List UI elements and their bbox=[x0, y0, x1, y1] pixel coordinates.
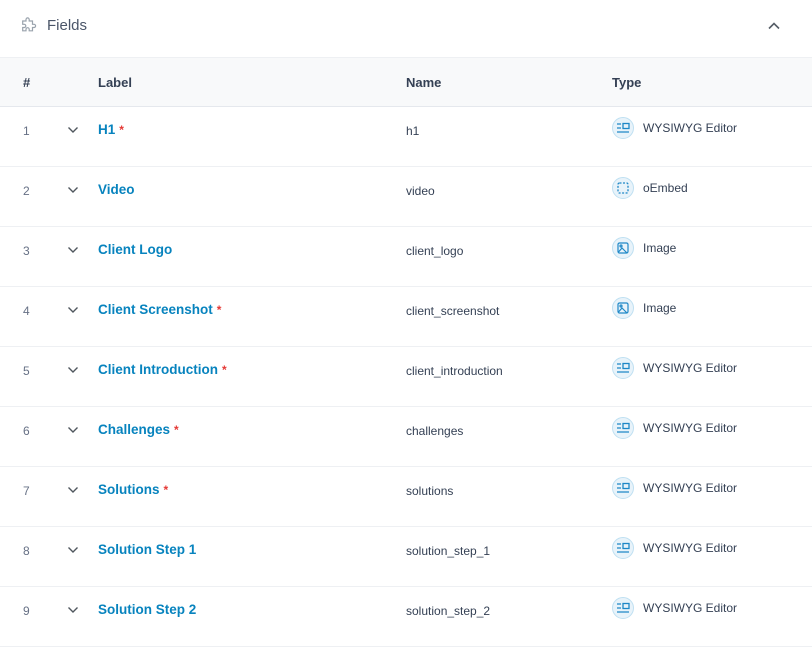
field-name: video bbox=[406, 184, 435, 198]
column-header-name: Name bbox=[406, 75, 442, 90]
field-label[interactable]: Solution Step 1 bbox=[98, 542, 196, 557]
field-type: WYSIWYG Editor bbox=[612, 357, 737, 379]
wysiwyg-editor-icon bbox=[612, 537, 634, 559]
chevron-down-icon[interactable] bbox=[66, 123, 80, 137]
required-asterisk: * bbox=[163, 483, 169, 497]
table-row: 8 Solution Step 1 solution_step_1 WYSIWY… bbox=[0, 527, 812, 587]
field-name: client_introduction bbox=[406, 364, 503, 378]
table-row: 4 Client Screenshot * client_screenshot I… bbox=[0, 287, 812, 347]
fields-panel-header: Fields bbox=[0, 0, 812, 57]
wysiwyg-editor-icon bbox=[612, 477, 634, 499]
field-label[interactable]: H1 bbox=[98, 122, 115, 137]
field-label[interactable]: Solutions bbox=[98, 482, 160, 497]
chevron-down-icon[interactable] bbox=[66, 603, 80, 617]
required-asterisk: * bbox=[119, 123, 124, 137]
oembed-icon bbox=[612, 177, 634, 199]
table-row: 1 H1 * h1 WYSIWYG Editor bbox=[0, 107, 812, 167]
table-row: 7 Solutions * solutions WYSIWYG Editor bbox=[0, 467, 812, 527]
row-number: 4 bbox=[23, 304, 30, 318]
column-header-label: Label bbox=[98, 75, 132, 90]
field-name: h1 bbox=[406, 124, 420, 138]
field-type-label: WYSIWYG Editor bbox=[643, 541, 738, 555]
field-label-link[interactable]: Client Screenshot * bbox=[98, 302, 221, 317]
field-label-link[interactable]: Client Logo bbox=[98, 242, 172, 257]
table-header: # Label Name Type bbox=[0, 57, 812, 107]
chevron-down-icon[interactable] bbox=[66, 183, 80, 197]
image-icon bbox=[612, 297, 634, 319]
chevron-down-icon[interactable] bbox=[66, 243, 80, 257]
field-type-label: WYSIWYG Editor bbox=[643, 121, 738, 135]
field-name: client_screenshot bbox=[406, 304, 500, 318]
chevron-down-icon[interactable] bbox=[66, 423, 80, 437]
field-label-link[interactable]: H1 * bbox=[98, 122, 124, 137]
table-row: 5 Client Introduction * client_introducti… bbox=[0, 347, 812, 407]
fields-table-body: 1 H1 * h1 WYSIWYG Editor 2 Video video oE… bbox=[0, 107, 812, 647]
field-label[interactable]: Client Screenshot bbox=[98, 302, 213, 317]
field-type: oEmbed bbox=[612, 177, 688, 199]
field-label[interactable]: Video bbox=[98, 182, 135, 197]
field-type: WYSIWYG Editor bbox=[612, 417, 737, 439]
row-number: 2 bbox=[23, 184, 30, 198]
required-asterisk: * bbox=[174, 423, 179, 437]
row-number: 5 bbox=[23, 364, 30, 378]
wysiwyg-editor-icon bbox=[612, 117, 634, 139]
field-type: Image bbox=[612, 237, 676, 259]
table-row: 2 Video video oEmbed bbox=[0, 167, 812, 227]
panel-title: Fields bbox=[47, 17, 88, 34]
image-icon bbox=[612, 237, 634, 259]
field-label[interactable]: Client Logo bbox=[98, 242, 172, 257]
field-type-label: WYSIWYG Editor bbox=[643, 421, 738, 435]
field-label[interactable]: Challenges bbox=[98, 422, 170, 437]
chevron-down-icon[interactable] bbox=[66, 303, 80, 317]
field-label-link[interactable]: Solution Step 2 bbox=[98, 602, 196, 617]
wysiwyg-editor-icon bbox=[612, 417, 634, 439]
field-label-link[interactable]: Solution Step 1 bbox=[98, 542, 196, 557]
field-type-label: oEmbed bbox=[643, 181, 688, 195]
required-asterisk: * bbox=[221, 363, 227, 377]
column-header-number: # bbox=[23, 75, 31, 90]
row-number: 8 bbox=[23, 544, 30, 558]
field-name: solution_step_2 bbox=[406, 604, 491, 618]
field-name: solutions bbox=[406, 484, 454, 498]
field-label-link[interactable]: Video bbox=[98, 182, 135, 197]
table-row: 9 Solution Step 2 solution_step_2 WYSIWY… bbox=[0, 587, 812, 647]
field-type-label: Image bbox=[643, 241, 677, 255]
field-type: WYSIWYG Editor bbox=[612, 537, 737, 559]
chevron-down-icon[interactable] bbox=[66, 543, 80, 557]
field-label-link[interactable]: Solutions * bbox=[98, 482, 168, 497]
row-number: 6 bbox=[23, 424, 30, 438]
field-name: challenges bbox=[406, 424, 464, 438]
field-type: WYSIWYG Editor bbox=[612, 117, 737, 139]
column-header-type: Type bbox=[612, 75, 642, 90]
chevron-down-icon[interactable] bbox=[66, 363, 80, 377]
field-type: WYSIWYG Editor bbox=[612, 477, 737, 499]
field-label[interactable]: Client Introduction bbox=[98, 362, 218, 377]
field-type-label: Image bbox=[643, 301, 677, 315]
field-name: client_logo bbox=[406, 244, 464, 258]
table-row: 6 Challenges * challenges WYSIWYG Editor bbox=[0, 407, 812, 467]
puzzle-icon bbox=[22, 17, 37, 32]
wysiwyg-editor-icon bbox=[612, 357, 634, 379]
field-label-link[interactable]: Client Introduction * bbox=[98, 362, 227, 377]
chevron-up-icon[interactable] bbox=[762, 14, 786, 38]
field-label-link[interactable]: Challenges * bbox=[98, 422, 179, 437]
table-row: 3 Client Logo client_logo Image bbox=[0, 227, 812, 287]
field-type-label: WYSIWYG Editor bbox=[643, 481, 738, 495]
field-type: Image bbox=[612, 297, 676, 319]
row-number: 7 bbox=[23, 484, 30, 498]
row-number: 9 bbox=[23, 604, 30, 618]
required-asterisk: * bbox=[216, 303, 222, 317]
field-label[interactable]: Solution Step 2 bbox=[98, 602, 196, 617]
field-type-label: WYSIWYG Editor bbox=[643, 601, 738, 615]
chevron-down-icon[interactable] bbox=[66, 483, 80, 497]
row-number: 1 bbox=[23, 124, 30, 138]
field-type: WYSIWYG Editor bbox=[612, 597, 737, 619]
wysiwyg-editor-icon bbox=[612, 597, 634, 619]
row-number: 3 bbox=[23, 244, 30, 258]
field-type-label: WYSIWYG Editor bbox=[643, 361, 738, 375]
field-name: solution_step_1 bbox=[406, 544, 491, 558]
